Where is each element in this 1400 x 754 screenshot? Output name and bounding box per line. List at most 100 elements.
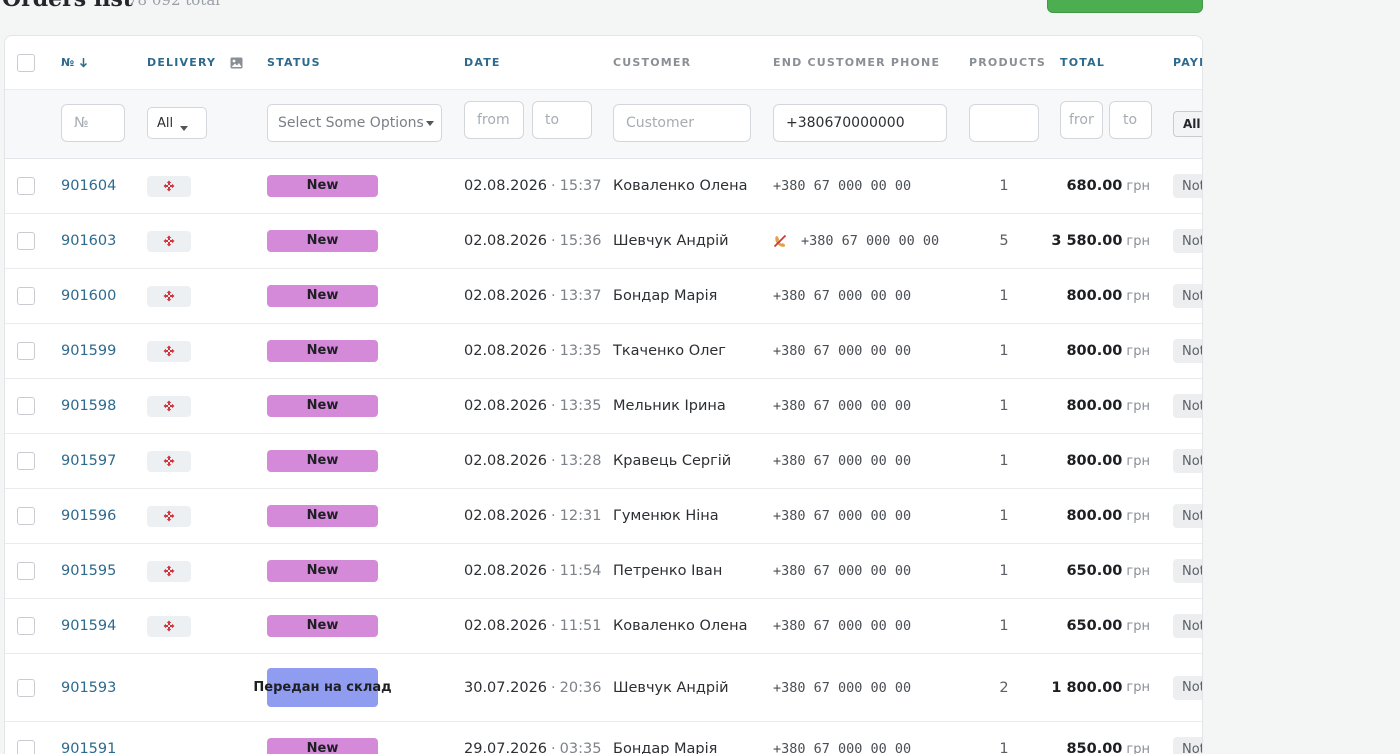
row-checkbox[interactable] [17,177,35,195]
delivery-badge[interactable] [147,560,191,582]
order-date: 30.07.2026 [464,679,548,696]
status-badge[interactable]: Передан на склад [253,668,392,707]
total-amount: 680.00 [1066,178,1123,194]
order-number-link[interactable]: 901594 [61,618,116,634]
date-cell: 02.08.2026 · 13:35 [464,379,601,433]
column-number-header[interactable]: № [61,36,88,89]
date-to-input[interactable] [532,101,592,139]
row-select-cell [17,722,35,754]
select-all-checkbox[interactable] [17,53,35,72]
order-number-link[interactable]: 901596 [61,508,116,524]
table-row[interactable]: 901604 New 02.08.2026 · 15:37 Коваленко Ол… [5,159,1202,214]
table-row[interactable]: 901596 New 02.08.2026 · 12:31 Гуменюк Ніна [5,489,1202,544]
customer-filter-input[interactable] [613,104,751,142]
end-customer-phone: +380 67 000 00 00 [773,741,912,754]
row-checkbox[interactable] [17,452,35,470]
status-badge[interactable]: New [267,175,378,197]
table-row[interactable]: 901591 New 29.07.2026 · 03:35 Бондар Марія… [5,722,1202,754]
row-select-cell [17,159,35,213]
order-date: 02.08.2026 [464,233,548,249]
status-badge[interactable]: New [267,340,378,362]
column-total-header[interactable]: Total [1060,36,1105,89]
column-status-header[interactable]: Status [267,36,321,89]
delivery-badge[interactable] [147,450,191,472]
row-checkbox[interactable] [17,617,35,635]
status-badge[interactable]: New [267,230,378,252]
phone-filter-input[interactable] [773,104,947,142]
total-amount: 800.00 [1066,508,1123,524]
delivery-badge[interactable] [147,285,191,307]
status-filter-placeholder: Select Some Options [278,115,424,131]
row-checkbox[interactable] [17,507,35,525]
products-filter-input[interactable] [969,104,1039,142]
column-delivery-header[interactable]: Delivery [147,36,243,89]
order-number-link[interactable]: 901604 [61,178,116,194]
row-checkbox[interactable] [17,397,35,415]
order-time: 13:35 [559,343,602,359]
row-checkbox[interactable] [17,232,35,250]
status-badge[interactable]: New [267,505,378,527]
delivery-badge[interactable] [147,615,191,637]
total-from-input[interactable] [1060,101,1103,139]
currency-label: грн [1126,741,1150,754]
delivery-badge[interactable] [147,340,191,362]
table-row[interactable]: 901593 Передан на склад 30.07.2026 · 20:36… [5,654,1202,722]
row-checkbox[interactable] [17,740,35,754]
row-checkbox[interactable] [17,678,35,697]
order-number-link[interactable]: 901591 [61,741,116,754]
total-amount: 650.00 [1066,618,1123,634]
table-row[interactable]: 901594 New 02.08.2026 · 11:51 Коваленко Ол… [5,599,1202,654]
order-number-link[interactable]: 901595 [61,563,116,579]
create-order-button[interactable] [1047,0,1203,13]
column-payment-header[interactable]: Paym [1173,36,1202,89]
status-badge[interactable]: New [267,395,378,417]
status-badge[interactable]: New [267,285,378,307]
status-badge[interactable]: New [267,615,378,637]
table-row[interactable]: 901598 New 02.08.2026 · 13:35 Мельник Ірин… [5,379,1202,434]
end-customer-phone: +380 67 000 00 00 [773,178,912,194]
table-row[interactable]: 901600 New 02.08.2026 · 13:37 Бондар Марія [5,269,1202,324]
order-number-link[interactable]: 901603 [61,233,116,249]
table-row[interactable]: 901599 New 02.08.2026 · 13:35 Ткаченко Оле… [5,324,1202,379]
order-number-link[interactable]: 901598 [61,398,116,414]
order-date: 02.08.2026 [464,453,548,469]
payment-filter-select[interactable]: All [1173,111,1202,137]
delivery-badge[interactable] [147,175,191,197]
delivery-badge[interactable] [147,505,191,527]
column-date-header[interactable]: Date [464,36,501,89]
select-all-cell [17,36,35,89]
delivery-cell [147,159,191,213]
status-badge[interactable]: New [267,450,378,472]
order-number-link[interactable]: 901600 [61,288,116,304]
table-row[interactable]: 901603 New 02.08.2026 · 15:36 Шевчук Андрі… [5,214,1202,269]
status-filter-multiselect[interactable]: Select Some Options [267,104,442,142]
delivery-filter-select[interactable]: All [147,107,207,139]
row-checkbox[interactable] [17,562,35,580]
phone-cell: +380 67 000 00 00 [773,599,911,653]
number-filter-input[interactable] [61,104,125,142]
order-time: 11:51 [559,618,602,634]
order-number-link[interactable]: 901599 [61,343,116,359]
order-date: 02.08.2026 [464,563,548,579]
payment-cell: Not [1173,159,1202,213]
date-from-input[interactable] [464,101,524,139]
column-products-header: Products [969,56,1047,69]
end-customer-phone: +380 67 000 00 00 [773,453,912,469]
table-row[interactable]: 901597 New 02.08.2026 · 13:28 Кравець Серг… [5,434,1202,489]
order-time: 15:37 [559,178,602,194]
status-badge[interactable]: New [267,560,378,582]
delivery-badge[interactable] [147,230,191,252]
order-number-link[interactable]: 901593 [61,680,116,696]
total-to-input[interactable] [1109,101,1152,139]
table-row[interactable]: 901595 New 02.08.2026 · 11:54 Петренко Іва… [5,544,1202,599]
row-checkbox[interactable] [17,287,35,305]
customer-name: Шевчук Андрій [613,233,729,249]
delivery-badge[interactable] [147,395,191,417]
order-number-cell: 901603 [61,214,116,268]
date-separator: · [551,453,556,469]
order-number-cell: 901593 [61,654,116,721]
row-checkbox[interactable] [17,342,35,360]
date-separator: · [551,178,556,194]
order-number-link[interactable]: 901597 [61,453,116,469]
status-badge[interactable]: New [267,738,378,754]
